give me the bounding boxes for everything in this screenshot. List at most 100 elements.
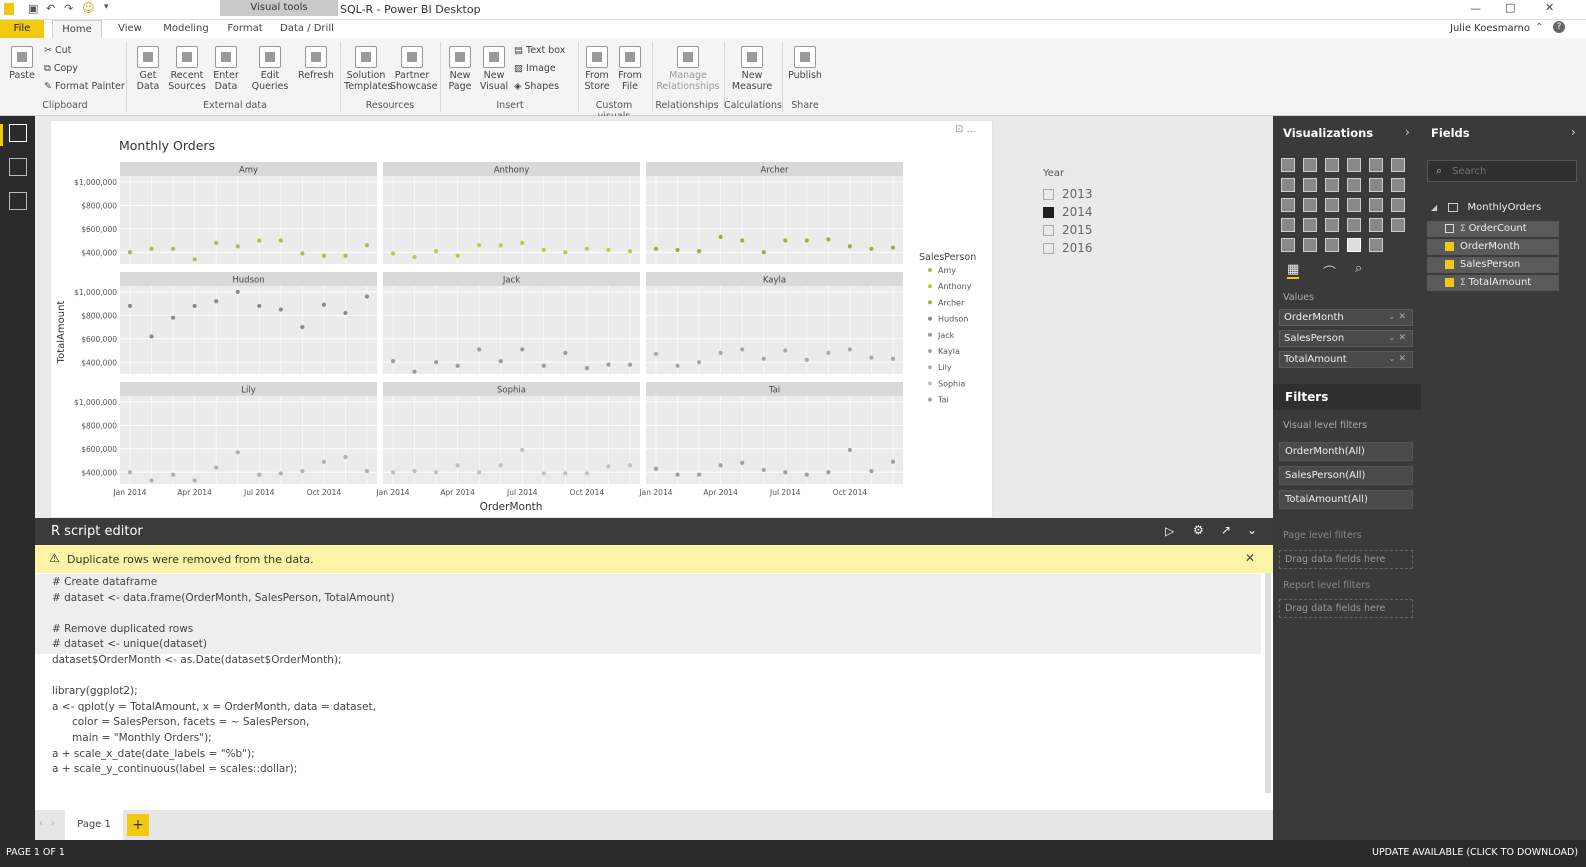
format-painter-button[interactable]: ✎ Format Painter — [44, 81, 125, 92]
report-filter-drop-zone[interactable]: Drag data fields here — [1279, 599, 1413, 618]
customize-toolbar-icon[interactable]: ▾ — [104, 2, 109, 12]
viz-100-column-icon[interactable] — [1391, 158, 1405, 172]
enter-data-button[interactable]: Enter Data — [210, 46, 242, 92]
shapes-button[interactable]: ◈ Shapes — [514, 81, 559, 92]
viz-stacked-area-icon[interactable] — [1325, 178, 1339, 192]
report-view-icon[interactable] — [9, 124, 27, 142]
maximize-icon[interactable]: □ — [1505, 1, 1515, 14]
recent-sources-button[interactable]: Recent Sources — [168, 46, 206, 92]
viz-scatter-icon[interactable] — [1303, 198, 1317, 212]
dropdown-chevron-icon[interactable]: ⌄ ✕ — [1388, 352, 1406, 367]
partner-showcase-button[interactable]: Partner Showcase — [390, 46, 437, 92]
viz-line-icon[interactable] — [1281, 178, 1295, 192]
page-filter-drop-zone[interactable]: Drag data fields here — [1279, 550, 1413, 569]
table-monthlyorders[interactable]: ◢ MonthlyOrders — [1427, 200, 1559, 216]
edit-queries-button[interactable]: Edit Queries — [250, 46, 290, 92]
checkbox-icon[interactable] — [1445, 223, 1454, 233]
close-icon[interactable]: ✕ — [1545, 1, 1554, 14]
r-visual-chart[interactable]: Monthly Orders OrderMonth TotalAmount Amy $1… — [50, 120, 993, 518]
settings-gear-icon[interactable]: ⚙ — [1193, 523, 1204, 537]
field-totalamount[interactable]: Σ TotalAmount — [1427, 275, 1559, 291]
tab-data-drill[interactable]: Data / Drill — [276, 20, 338, 38]
page-tab-1[interactable]: Page 1 — [65, 810, 123, 840]
tab-file[interactable]: File — [0, 20, 44, 38]
viz-multi-row-card-icon[interactable] — [1369, 218, 1383, 232]
run-script-icon[interactable]: ▷ — [1165, 524, 1174, 538]
cut-button[interactable]: ✂ Cut — [44, 45, 71, 56]
tab-modeling[interactable]: Modeling — [158, 20, 214, 38]
slicer-item-2013[interactable]: 2013 — [1043, 187, 1093, 203]
dropdown-chevron-icon[interactable]: ⌄ ✕ — [1388, 310, 1406, 325]
viz-map-icon[interactable] — [1391, 198, 1405, 212]
viz-donut-icon[interactable] — [1347, 198, 1361, 212]
open-external-icon[interactable]: ↗ — [1221, 523, 1231, 537]
image-button[interactable]: ▧ Image — [514, 63, 556, 74]
filter-salesperson[interactable]: SalesPerson(All) — [1279, 466, 1413, 485]
viz-more-icon[interactable] — [1391, 238, 1405, 252]
viz-clustered-bar-icon[interactable] — [1325, 158, 1339, 172]
viz-stacked-column-icon[interactable] — [1303, 158, 1317, 172]
viz-line-column-icon[interactable] — [1347, 178, 1361, 192]
minimize-icon[interactable]: — — [1470, 2, 1481, 15]
viz-globe-icon[interactable] — [1369, 238, 1383, 252]
field-ordercount[interactable]: Σ OrderCount — [1427, 221, 1559, 237]
value-well-salesperson[interactable]: SalesPerson ⌄ ✕ — [1279, 330, 1413, 347]
from-store-button[interactable]: From Store — [582, 46, 612, 92]
viz-line-clustered-icon[interactable] — [1369, 178, 1383, 192]
relationships-view-icon[interactable] — [9, 192, 27, 210]
code-scrollbar[interactable] — [1265, 573, 1271, 793]
filter-ordermonth[interactable]: OrderMonth(All) — [1279, 442, 1413, 461]
checkbox-checked-icon[interactable] — [1445, 277, 1454, 287]
viz-filled-map-icon[interactable] — [1281, 218, 1295, 232]
checkbox-checked-icon[interactable] — [1445, 259, 1454, 269]
copy-button[interactable]: ⧉ Copy — [44, 63, 78, 74]
viz-card-icon[interactable] — [1347, 218, 1361, 232]
viz-funnel-icon[interactable] — [1303, 218, 1317, 232]
manage-relationships-button[interactable]: Manage Relationships — [656, 46, 720, 92]
help-icon[interactable]: ? — [1553, 21, 1565, 33]
viz-stacked-bar-icon[interactable] — [1281, 158, 1295, 172]
data-view-icon[interactable] — [9, 158, 27, 176]
dropdown-chevron-icon[interactable]: ⌄ ✕ — [1388, 331, 1406, 346]
refresh-button[interactable]: Refresh — [298, 46, 334, 81]
new-measure-button[interactable]: New Measure — [728, 46, 776, 92]
viz-r-visual-icon[interactable] — [1347, 238, 1361, 252]
format-paint-roller-icon[interactable]: ⌒ — [1323, 262, 1336, 281]
tab-view[interactable]: View — [108, 20, 152, 38]
field-ordermonth[interactable]: OrderMonth — [1427, 239, 1559, 255]
new-visual-button[interactable]: New Visual — [478, 46, 510, 92]
viz-matrix-icon[interactable] — [1325, 238, 1339, 252]
user-name[interactable]: Julie Koesmarno — [1450, 23, 1530, 34]
viz-slicer-icon[interactable] — [1281, 238, 1295, 252]
viz-area-icon[interactable] — [1303, 178, 1317, 192]
tab-format[interactable]: Format — [220, 20, 270, 38]
value-well-ordermonth[interactable]: OrderMonth ⌄ ✕ — [1279, 309, 1413, 326]
smiley-feedback-icon[interactable]: ☺ — [82, 1, 95, 15]
viz-clustered-column-icon[interactable] — [1347, 158, 1361, 172]
paste-button[interactable]: Paste — [6, 46, 38, 81]
viz-pie-icon[interactable] — [1325, 198, 1339, 212]
chevron-up-icon[interactable]: ⌃ — [1535, 22, 1543, 33]
collapse-pane-icon[interactable]: › — [1405, 125, 1410, 139]
search-input[interactable] — [1452, 163, 1570, 179]
add-page-icon[interactable]: + — [127, 814, 149, 836]
text-box-button[interactable]: ▤ Text box — [514, 45, 565, 56]
filter-totalamount[interactable]: TotalAmount(All) — [1279, 490, 1413, 509]
slicer-item-2016[interactable]: 2016 — [1043, 241, 1093, 257]
viz-ribbon-icon[interactable] — [1391, 178, 1405, 192]
get-data-button[interactable]: Get Data — [132, 46, 164, 92]
viz-waterfall-icon[interactable] — [1281, 198, 1295, 212]
tab-home[interactable]: Home — [52, 20, 102, 38]
publish-button[interactable]: Publish — [786, 46, 824, 81]
viz-table-icon[interactable] — [1303, 238, 1317, 252]
solution-templates-button[interactable]: Solution Templates — [344, 46, 392, 92]
slicer-item-2014[interactable]: 2014 — [1043, 205, 1093, 221]
new-page-button[interactable]: New Page — [444, 46, 476, 92]
next-page-icon[interactable]: › — [51, 818, 55, 829]
update-available-link[interactable]: UPDATE AVAILABLE (CLICK TO DOWNLOAD) — [1372, 847, 1578, 858]
checkbox-checked-icon[interactable] — [1445, 241, 1454, 251]
save-icon[interactable]: ▣ — [28, 2, 38, 15]
undo-icon[interactable]: ↶ — [46, 2, 55, 15]
viz-gauge-icon[interactable] — [1325, 218, 1339, 232]
analytics-magnifier-icon[interactable]: ⌕ — [1355, 261, 1362, 276]
